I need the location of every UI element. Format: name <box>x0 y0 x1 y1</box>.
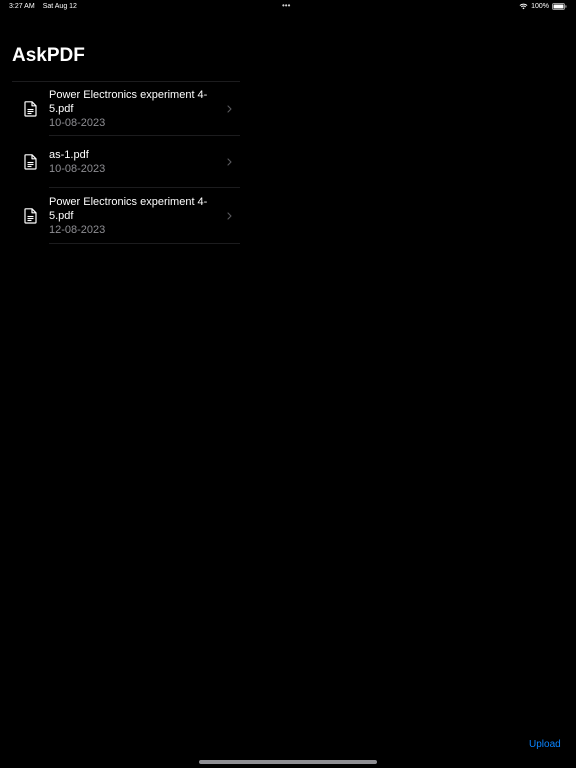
file-name: Power Electronics experiment 4-5.pdf <box>49 88 208 115</box>
status-right: 100% <box>519 3 567 10</box>
file-date: 10-08-2023 <box>49 162 106 175</box>
document-icon <box>12 208 49 224</box>
file-list-item[interactable]: Power Electronics experiment 4-5.pdf 10-… <box>12 82 240 136</box>
document-icon <box>12 154 49 170</box>
chevron-right-icon <box>227 157 232 166</box>
file-row-text: Power Electronics experiment 4-5.pdf 12-… <box>49 195 221 237</box>
file-row-text: Power Electronics experiment 4-5.pdf 10-… <box>49 88 221 130</box>
page-title: AskPDF <box>12 45 85 66</box>
status-date: Sat Aug 12 <box>42 3 77 10</box>
chevron-right-icon <box>227 104 232 113</box>
battery-percent: 100% <box>531 3 549 10</box>
status-time: 3:27 AM <box>9 3 35 10</box>
status-left: 3:27 AM Sat Aug 12 <box>9 3 77 10</box>
file-date: 12-08-2023 <box>49 223 106 236</box>
home-indicator[interactable] <box>199 760 377 764</box>
upload-button[interactable]: Upload <box>529 739 561 750</box>
file-row-content: Power Electronics experiment 4-5.pdf 10-… <box>49 82 240 136</box>
file-row-text: as-1.pdf 10-08-2023 <box>49 148 221 176</box>
chevron-right-icon <box>227 211 232 220</box>
document-icon <box>12 101 49 117</box>
file-date: 10-08-2023 <box>49 116 106 129</box>
file-name: Power Electronics experiment 4-5.pdf <box>49 195 208 222</box>
file-row-content: Power Electronics experiment 4-5.pdf 12-… <box>49 188 240 244</box>
file-list-item[interactable]: as-1.pdf 10-08-2023 <box>12 136 240 188</box>
battery-icon <box>552 3 567 10</box>
file-row-content: as-1.pdf 10-08-2023 <box>49 136 240 188</box>
wifi-icon <box>519 3 528 10</box>
file-list-item[interactable]: Power Electronics experiment 4-5.pdf 12-… <box>12 188 240 244</box>
file-name: as-1.pdf <box>49 148 89 161</box>
file-list: Power Electronics experiment 4-5.pdf 10-… <box>12 81 240 244</box>
status-bar: 3:27 AM Sat Aug 12 ••• 100% <box>0 0 576 16</box>
app-screen: 3:27 AM Sat Aug 12 ••• 100% AskPDF Power… <box>0 0 576 768</box>
multitasking-dots[interactable]: ••• <box>282 1 290 10</box>
